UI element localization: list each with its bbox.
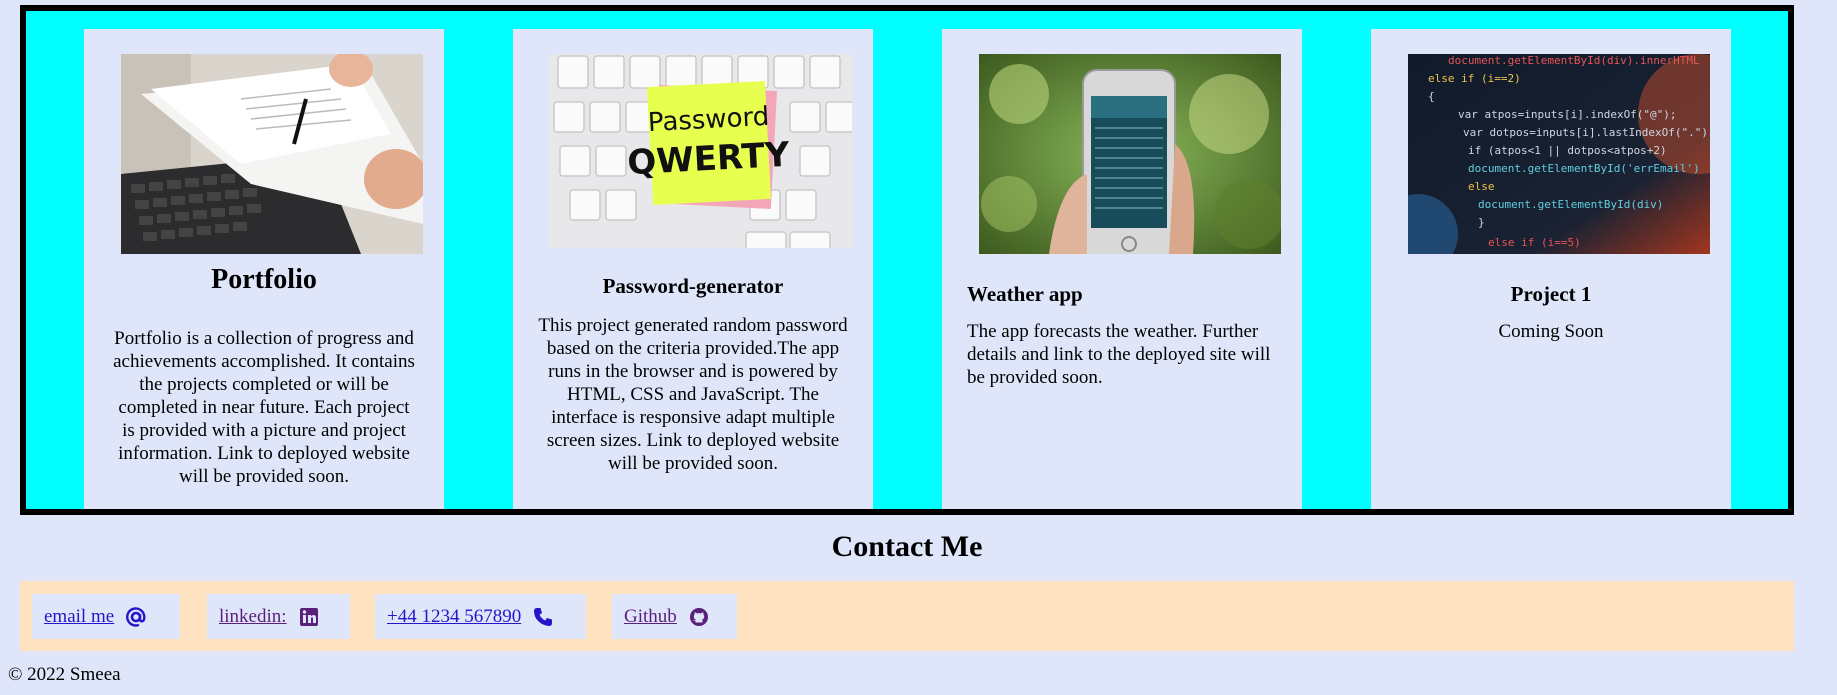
projects-section: Portfolio Portfolio is a collection of p…: [20, 5, 1794, 515]
project-card-portfolio: Portfolio Portfolio is a collection of p…: [84, 29, 444, 509]
phone-icon: [533, 607, 553, 627]
phone-link[interactable]: +44 1234 567890: [387, 606, 521, 628]
linkedin-icon: [299, 607, 319, 627]
project-1-image: document.getElementById(div).innerHTML e…: [1408, 54, 1710, 254]
footer-copyright: © 2022 Smeea: [8, 664, 121, 685]
project-card-password-generator: Password QWERTY Password-generator This …: [513, 29, 873, 509]
svg-text:else if (i==2): else if (i==2): [1428, 72, 1521, 85]
password-generator-image: Password QWERTY: [550, 54, 852, 248]
project-description-portfolio: Portfolio is a collection of progress an…: [113, 328, 415, 487]
project-description-project-1: Coming Soon: [1498, 321, 1604, 342]
project-title-password-generator: Password-generator: [602, 274, 784, 298]
sticky-note-line2: QWERTY: [626, 135, 790, 183]
github-icon: [689, 607, 709, 627]
contact-item-phone: +44 1234 567890: [375, 594, 586, 639]
svg-text:{: {: [1428, 90, 1435, 103]
email-link[interactable]: email me: [44, 606, 114, 628]
svg-text:else if (i==5): else if (i==5): [1488, 236, 1581, 249]
svg-text:if (atpos<1 || dotpos<atpos+2): if (atpos<1 || dotpos<atpos+2): [1468, 144, 1667, 157]
svg-text:var atpos=inputs[i].indexOf("@: var atpos=inputs[i].indexOf("@");: [1458, 108, 1677, 121]
contact-item-email: email me: [32, 594, 180, 639]
weather-app-image: [979, 54, 1281, 254]
sticky-note-line1: Password: [647, 102, 770, 138]
project-card-project-1: document.getElementById(div).innerHTML e…: [1371, 29, 1731, 509]
project-description-password-generator: This project generated random password b…: [538, 315, 848, 474]
portfolio-image: [121, 54, 423, 254]
at-sign-icon: [126, 606, 146, 627]
github-link[interactable]: Github: [624, 606, 677, 628]
svg-text:var dotpos=inputs[i].lastIndex: var dotpos=inputs[i].lastIndexOf(".");: [1463, 126, 1710, 139]
contact-item-github: Github: [612, 594, 737, 639]
contact-title: Contact Me: [831, 530, 983, 563]
svg-text:else: else: [1468, 180, 1495, 193]
project-title-weather-app: Weather app: [967, 282, 1083, 306]
contact-bar: email me linkedin: +44 1234 567890 Githu…: [20, 581, 1794, 651]
project-card-weather-app: Weather app The app forecasts the weathe…: [942, 29, 1302, 509]
linkedin-link[interactable]: linkedin:: [219, 606, 287, 628]
project-description-weather-app: The app forecasts the weather. Further d…: [967, 321, 1271, 388]
project-title-portfolio: Portfolio: [211, 264, 317, 295]
project-title-project-1: Project 1: [1510, 282, 1592, 306]
svg-text:document.getElementById(div): document.getElementById(div): [1478, 198, 1663, 211]
svg-text:}: }: [1478, 216, 1485, 229]
svg-text:document.getElementById(div).i: document.getElementById(div).innerHTML: [1448, 54, 1700, 67]
contact-item-linkedin: linkedin:: [207, 594, 350, 639]
svg-text:document.getElementById('errEm: document.getElementById('errEmail'): [1468, 162, 1700, 175]
